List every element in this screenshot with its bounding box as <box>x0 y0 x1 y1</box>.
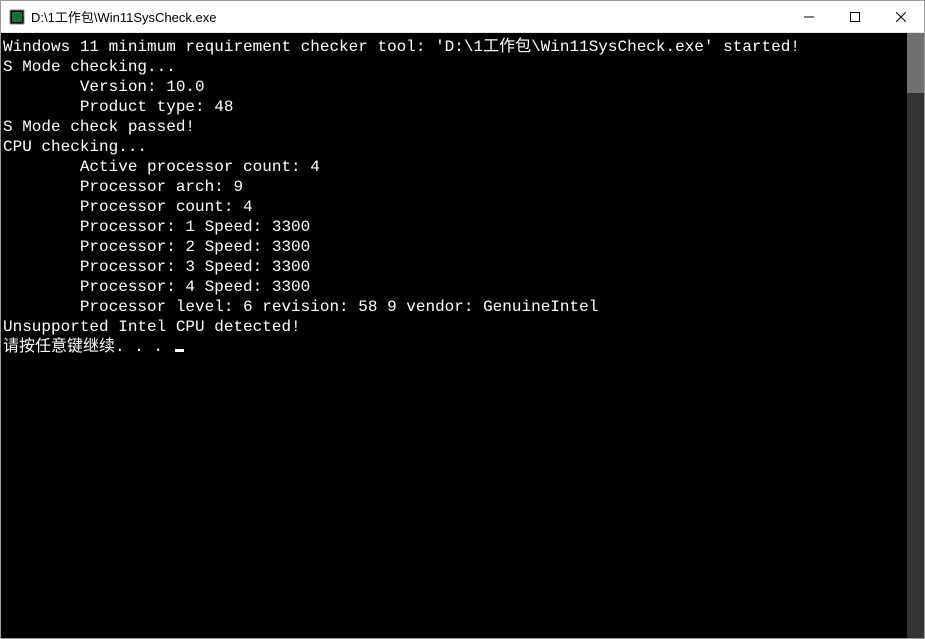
cursor <box>175 349 184 352</box>
close-button[interactable] <box>878 1 924 33</box>
minimize-icon <box>804 12 814 22</box>
minimize-button[interactable] <box>786 1 832 33</box>
console-area: Windows 11 minimum requirement checker t… <box>1 33 924 638</box>
scrollbar-thumb[interactable] <box>907 33 924 93</box>
window-controls <box>786 1 924 32</box>
scrollbar[interactable] <box>907 33 924 638</box>
console-prompt: 请按任意键继续. . . <box>3 338 173 356</box>
close-icon <box>896 12 906 22</box>
app-icon <box>9 9 25 25</box>
console-text: Windows 11 minimum requirement checker t… <box>3 38 800 336</box>
app-window: D:\1工作包\Win11SysCheck.exe Windows 11 min… <box>0 0 925 639</box>
maximize-button[interactable] <box>832 1 878 33</box>
window-title: D:\1工作包\Win11SysCheck.exe <box>31 7 786 26</box>
maximize-icon <box>850 12 860 22</box>
console-output[interactable]: Windows 11 minimum requirement checker t… <box>1 33 907 638</box>
titlebar[interactable]: D:\1工作包\Win11SysCheck.exe <box>1 1 924 33</box>
